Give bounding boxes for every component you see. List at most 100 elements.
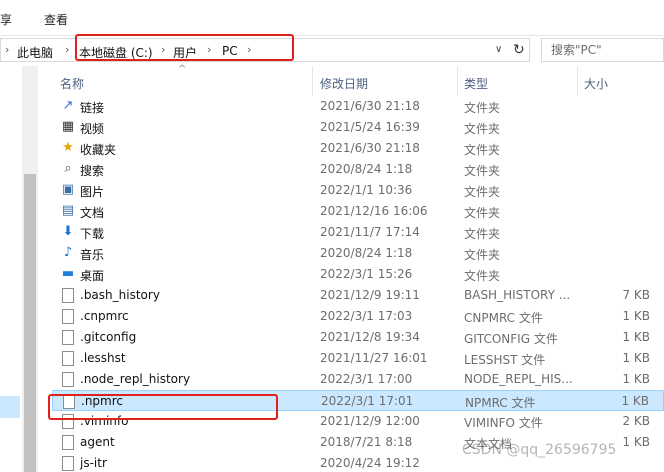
file-type: VIMINFO 文件 [464,416,543,430]
file-row[interactable]: .gitconfig 2021/12/8 19:34 GITCONFIG 文件 1 K… [52,327,664,348]
file-row[interactable]: .cnpmrc 2022/3/1 17:03 CNPMRC 文件 1 KB [52,306,664,327]
file-name: 搜索 [80,164,105,178]
file-type: GITCONFIG 文件 [464,332,558,346]
file-size: 1 KB [622,330,650,344]
column-name[interactable]: 名称 [60,75,84,92]
file-name: 图片 [80,185,105,199]
breadcrumb-this-pc[interactable]: 此电脑 [17,44,53,61]
annotation-box-address [75,34,294,61]
file-date: 2022/3/1 17:00 [320,372,413,386]
file-type: 文件夹 [464,185,501,199]
file-type: NPMRC 文件 [465,396,536,410]
file-date: 2020/8/24 1:18 [320,246,413,260]
downloads-folder-icon: ⬇ [62,224,74,239]
file-name: agent [80,435,115,449]
file-type: 文件夹 [464,227,501,241]
file-date: 2021/12/16 16:06 [320,204,428,218]
tab-share[interactable]: 共享 [0,11,12,28]
file-name: 桌面 [80,269,105,283]
file-size: 1 KB [622,309,650,323]
documents-folder-icon: ▤ [61,203,75,218]
file-name: js-itr [80,456,107,470]
file-date: 2021/12/8 19:34 [320,330,420,344]
file-name: .node_repl_history [80,372,191,386]
file-size: 1 KB [622,435,650,449]
file-name: .lesshst [80,351,126,365]
file-row[interactable]: ▬ 桌面 2022/3/1 15:26 文件夹 [52,264,664,285]
chevron-right-icon[interactable]: › [65,43,69,56]
file-type: 文件夹 [464,269,501,283]
file-date: 2022/1/1 10:36 [320,183,413,197]
file-type: 文件夹 [464,248,501,262]
file-row[interactable]: ▦ 视频 2021/5/24 16:39 文件夹 [52,117,664,138]
file-row[interactable]: ↗ 链接 2021/6/30 21:18 文件夹 [52,96,664,117]
file-type: 文件夹 [464,206,501,220]
refresh-icon[interactable]: ↻ [513,42,525,58]
video-folder-icon: ▦ [61,119,75,134]
file-type: LESSHST 文件 [464,353,546,367]
file-icon [62,372,74,387]
file-date: 2021/6/30 21:18 [320,141,420,155]
column-date[interactable]: 修改日期 [320,75,368,92]
file-date: 2021/6/30 21:18 [320,99,420,113]
file-name: 视频 [80,122,105,136]
file-size: 1 KB [622,372,650,386]
search-box[interactable] [541,38,664,62]
column-size[interactable]: 大小 [584,75,608,92]
nav-selected-item[interactable] [0,396,20,418]
file-row[interactable]: ▣ 图片 2022/1/1 10:36 文件夹 [52,180,664,201]
file-row[interactable]: .node_repl_history 2022/3/1 17:00 NODE_REP… [52,369,664,390]
column-divider[interactable] [312,66,313,96]
nav-scrollbar-thumb[interactable] [24,174,36,472]
file-date: 2022/3/1 15:26 [320,267,413,281]
file-date: 2021/12/9 19:11 [320,288,420,302]
text-file-icon [62,435,74,450]
column-divider[interactable] [457,66,458,96]
file-date: 2020/4/24 19:12 [320,456,420,470]
pictures-folder-icon: ▣ [61,182,75,197]
file-name: 收藏夹 [80,143,117,157]
desktop-folder-icon: ▬ [61,266,75,281]
file-icon [62,351,74,366]
ribbon: 共享 查看 [0,0,664,36]
file-type: 文件夹 [464,101,501,115]
search-input[interactable] [542,39,663,61]
file-icon [62,309,74,324]
tab-view[interactable]: 查看 [44,11,68,28]
file-row[interactable]: .bash_history 2021/12/9 19:11 BASH_HISTORY… [52,285,664,306]
file-name: 音乐 [80,248,105,262]
file-name: 下载 [80,227,105,241]
file-row[interactable]: ♪ 音乐 2020/8/24 1:18 文件夹 [52,243,664,264]
file-type: BASH_HISTORY ... [464,288,571,302]
column-divider[interactable] [577,66,578,96]
column-type[interactable]: 类型 [464,75,488,92]
file-name: 链接 [80,101,105,115]
file-date: 2020/8/24 1:18 [320,162,413,176]
file-row[interactable]: .lesshst 2021/11/27 16:01 LESSHST 文件 1 KB [52,348,664,369]
file-row[interactable]: ⌕ 搜索 2020/8/24 1:18 文件夹 [52,159,664,180]
file-size: 1 KB [622,351,650,365]
file-size: 1 KB [621,394,649,408]
file-row[interactable]: ⬇ 下载 2021/11/7 17:14 文件夹 [52,222,664,243]
search-folder-icon: ⌕ [64,161,72,176]
file-name: .cnpmrc [80,309,129,323]
file-type: NODE_REPL_HIS... [464,372,573,386]
chevron-right-icon: › [5,43,10,56]
annotation-box-npmrc [48,394,278,420]
file-date: 2021/11/27 16:01 [320,351,428,365]
file-date: 2022/3/1 17:03 [320,309,413,323]
file-size: 7 KB [622,288,650,302]
file-date: 2021/11/7 17:14 [320,225,420,239]
file-type: 文件夹 [464,122,501,136]
file-name: .gitconfig [80,330,137,344]
file-icon [62,330,74,345]
file-date: 2022/3/1 17:01 [321,394,414,408]
column-header: ^ 名称 修改日期 类型 大小 [52,64,664,96]
file-type: CNPMRC 文件 [464,311,543,325]
file-icon [62,288,74,303]
file-row[interactable]: ▤ 文档 2021/12/16 16:06 文件夹 [52,201,664,222]
watermark: CSDN @qq_26596795 [462,442,617,458]
chevron-down-icon[interactable]: ∨ [495,44,502,55]
file-row[interactable]: ★ 收藏夹 2021/6/30 21:18 文件夹 [52,138,664,159]
file-icon [62,456,74,471]
